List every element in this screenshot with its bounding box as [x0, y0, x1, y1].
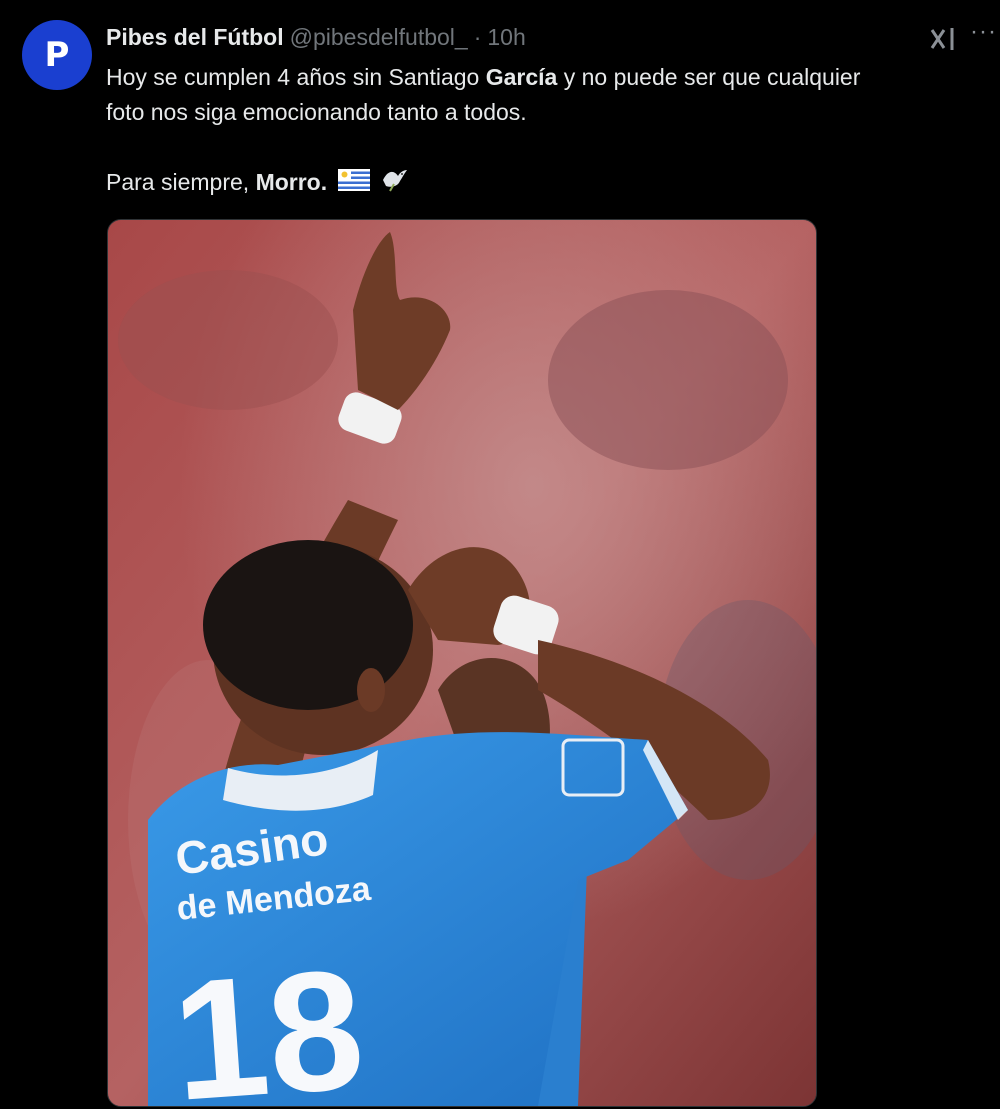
separator-dot: ·	[473, 24, 482, 50]
tweet-line-2: foto nos siga emocionando tanto a todos.	[106, 99, 527, 125]
tweet-header: Pibes del Fútbol @pibesdelfutbol_ · 10h	[106, 24, 526, 51]
author-handle[interactable]: @pibesdelfutbol_	[290, 24, 468, 51]
avatar[interactable]: P	[22, 20, 92, 90]
author-name[interactable]: Pibes del Fútbol	[106, 24, 284, 51]
tweet-text: Hoy se cumplen 4 años sin Santiago Garcí…	[106, 60, 986, 202]
more-options-icon[interactable]: ···	[970, 18, 997, 46]
flag-uruguay-icon	[337, 166, 370, 201]
timestamp[interactable]: 10h	[487, 24, 525, 51]
tweet-line-1: Hoy se cumplen 4 años sin Santiago Garcí…	[106, 64, 861, 90]
dove-icon	[380, 166, 408, 202]
tweet-line-3: Para siempre, Morro.	[106, 165, 986, 202]
grok-icon[interactable]	[928, 24, 958, 54]
avatar-logo: P	[44, 35, 70, 75]
tweet-media-photo[interactable]: Casino de Mendoza 18	[107, 219, 817, 1107]
jersey-number: 18	[167, 934, 369, 1106]
